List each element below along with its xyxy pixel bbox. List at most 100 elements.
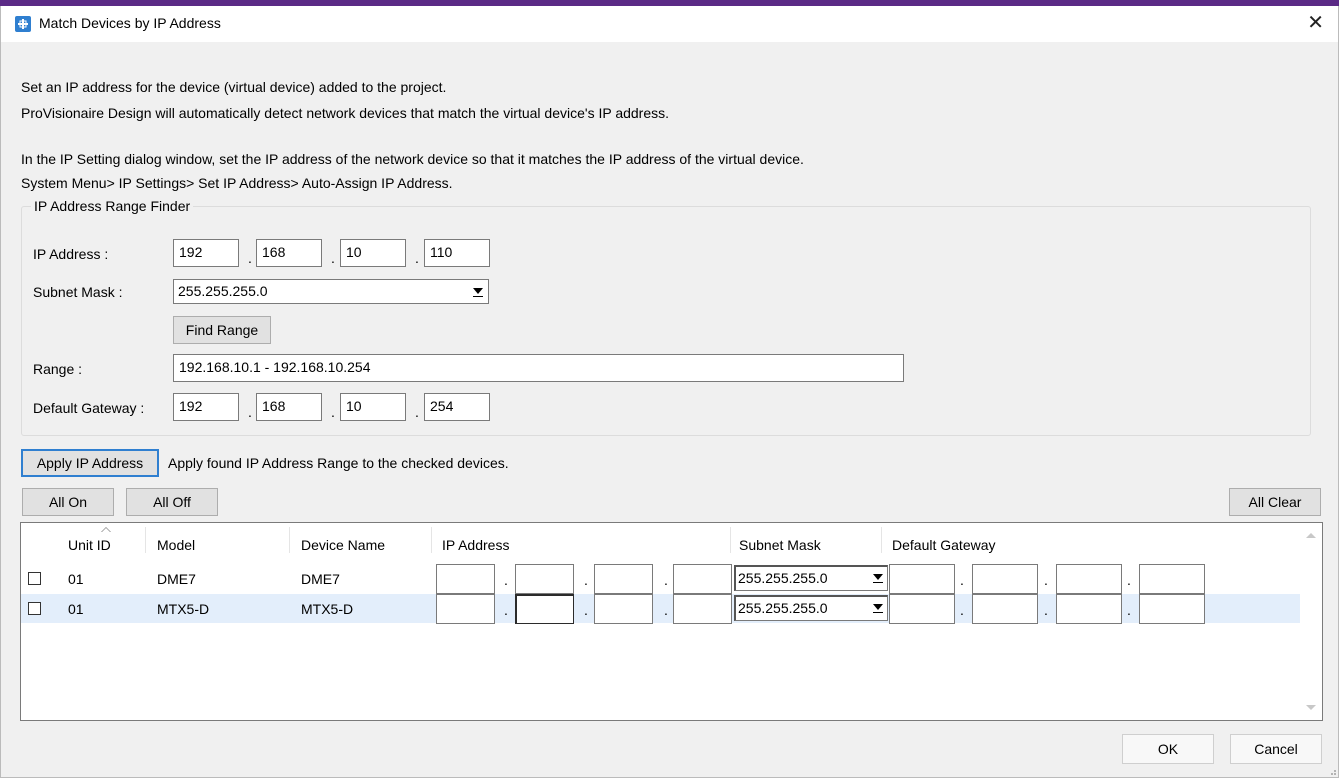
ip-separator: . [331, 250, 335, 266]
gateway-separator: . [248, 404, 252, 420]
column-header-model[interactable]: Model [157, 537, 195, 553]
column-header-subnet-mask[interactable]: Subnet Mask [739, 537, 821, 553]
default-gateway-label: Default Gateway : [33, 400, 145, 416]
gateway-separator: . [960, 572, 964, 588]
apply-description: Apply found IP Address Range to the chec… [168, 455, 509, 471]
row-gateway-octet-4[interactable] [1139, 594, 1205, 624]
ip-separator: . [584, 602, 588, 618]
ip-octet-2[interactable]: 168 [256, 239, 322, 267]
unit-id-cell: 01 [68, 601, 84, 617]
gateway-octet-1[interactable]: 192 [173, 393, 239, 421]
subnet-mask-value: 255.255.255.0 [178, 283, 268, 299]
row-ip-octet-1[interactable] [436, 564, 495, 594]
chevron-down-icon[interactable] [471, 284, 485, 299]
row-gateway-octet-1[interactable] [889, 564, 955, 594]
model-cell: DME7 [157, 571, 196, 587]
row-gateway-octet-2[interactable] [972, 594, 1038, 624]
ip-separator: . [504, 602, 508, 618]
column-header-unit-id[interactable]: Unit ID [68, 537, 111, 553]
device-name-cell: DME7 [301, 571, 340, 587]
row-checkbox[interactable] [28, 602, 41, 615]
row-ip-octet-2[interactable] [515, 594, 574, 624]
intro-line-3: In the IP Setting dialog window, set the… [21, 151, 804, 167]
subnet-mask-label: Subnet Mask : [33, 284, 123, 300]
row-subnet-mask-value: 255.255.255.0 [738, 600, 828, 616]
scroll-down-icon[interactable] [1306, 705, 1316, 710]
column-header-default-gateway[interactable]: Default Gateway [892, 537, 996, 553]
window-title: Match Devices by IP Address [39, 15, 221, 31]
device-name-cell: MTX5-D [301, 601, 354, 617]
gateway-octet-4[interactable]: 254 [424, 393, 490, 421]
column-divider[interactable] [881, 527, 882, 553]
gateway-separator: . [960, 602, 964, 618]
vertical-scrollbar[interactable] [1300, 523, 1322, 720]
row-ip-octet-4[interactable] [673, 564, 732, 594]
row-subnet-mask-value: 255.255.255.0 [738, 570, 828, 586]
intro-line-4: System Menu> IP Settings> Set IP Address… [21, 175, 453, 191]
range-label: Range : [33, 361, 83, 377]
ip-separator: . [248, 250, 252, 266]
gateway-octet-2[interactable]: 168 [256, 393, 322, 421]
gateway-separator: . [1127, 602, 1131, 618]
device-table: Unit ID Model Device Name IP Address Sub… [20, 522, 1323, 721]
column-divider[interactable] [289, 527, 290, 553]
ok-button[interactable]: OK [1122, 734, 1214, 764]
intro-line-1: Set an IP address for the device (virtua… [21, 79, 447, 95]
apply-ip-address-button[interactable]: Apply IP Address [21, 449, 159, 477]
row-ip-octet-3[interactable] [594, 594, 653, 624]
all-clear-button[interactable]: All Clear [1229, 488, 1321, 516]
ip-octet-1[interactable]: 192 [173, 239, 239, 267]
chevron-down-icon[interactable] [871, 600, 885, 615]
column-divider[interactable] [730, 527, 731, 553]
unit-id-cell: 01 [68, 571, 84, 587]
row-checkbox[interactable] [28, 572, 41, 585]
model-cell: MTX5-D [157, 601, 210, 617]
ip-octet-4[interactable]: 110 [424, 239, 490, 267]
range-finder-title: IP Address Range Finder [31, 198, 194, 214]
sort-ascending-icon [101, 527, 111, 532]
scroll-up-icon[interactable] [1306, 533, 1316, 538]
resize-grip-icon[interactable] [1327, 766, 1337, 776]
range-field[interactable]: 192.168.10.1 - 192.168.10.254 [173, 354, 904, 382]
row-gateway-octet-4[interactable] [1139, 564, 1205, 594]
row-gateway-octet-3[interactable] [1056, 594, 1122, 624]
row-gateway-octet-3[interactable] [1056, 564, 1122, 594]
row-subnet-mask-select[interactable]: 255.255.255.0 [734, 595, 888, 621]
table-row[interactable]: 01 MTX5-D MTX5-D . . . 255.255.255.0 . .… [21, 594, 1300, 624]
row-gateway-octet-1[interactable] [889, 594, 955, 624]
gateway-separator: . [1044, 572, 1048, 588]
row-ip-octet-3[interactable] [594, 564, 653, 594]
ip-address-label: IP Address : [33, 246, 109, 262]
column-header-device-name[interactable]: Device Name [301, 537, 385, 553]
column-divider[interactable] [145, 527, 146, 553]
ip-separator: . [415, 250, 419, 266]
gateway-separator: . [1127, 572, 1131, 588]
chevron-down-icon[interactable] [871, 570, 885, 585]
app-icon [15, 16, 31, 32]
title-bar: Match Devices by IP Address ✕ [1, 6, 1338, 42]
row-ip-octet-2[interactable] [515, 564, 574, 594]
row-ip-octet-1[interactable] [436, 594, 495, 624]
row-ip-octet-4[interactable] [673, 594, 732, 624]
gateway-octet-3[interactable]: 10 [340, 393, 406, 421]
row-subnet-mask-select[interactable]: 255.255.255.0 [734, 565, 888, 591]
gateway-separator: . [1044, 602, 1048, 618]
ip-separator: . [584, 572, 588, 588]
column-divider[interactable] [431, 527, 432, 553]
subnet-mask-select[interactable]: 255.255.255.0 [173, 279, 489, 304]
close-icon[interactable]: ✕ [1307, 11, 1324, 35]
ip-separator: . [664, 572, 668, 588]
all-off-button[interactable]: All Off [126, 488, 218, 516]
ip-separator: . [504, 572, 508, 588]
gateway-separator: . [331, 404, 335, 420]
cancel-button[interactable]: Cancel [1230, 734, 1322, 764]
row-gateway-octet-2[interactable] [972, 564, 1038, 594]
ip-octet-3[interactable]: 10 [340, 239, 406, 267]
intro-line-2: ProVisionaire Design will automatically … [21, 105, 670, 121]
find-range-button[interactable]: Find Range [173, 316, 271, 344]
gateway-separator: . [415, 404, 419, 420]
all-on-button[interactable]: All On [22, 488, 114, 516]
column-header-ip-address[interactable]: IP Address [442, 537, 509, 553]
ip-separator: . [664, 602, 668, 618]
table-row[interactable]: 01 DME7 DME7 . . . 255.255.255.0 . . . [21, 564, 1300, 594]
